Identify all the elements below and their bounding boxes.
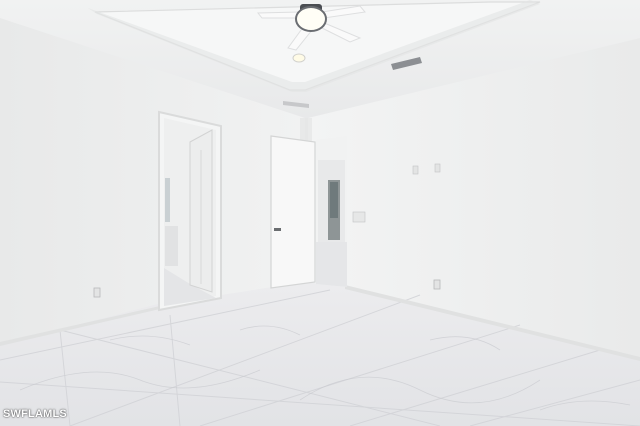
- open-door: [270, 135, 316, 289]
- room-photo: SWFLAMLS: [0, 0, 640, 426]
- wall-jack-2: [434, 163, 441, 173]
- wall-outlet-right: [433, 279, 441, 290]
- wall-outlet-left: [93, 287, 101, 298]
- room-illustration: [0, 0, 640, 426]
- light-switch: [352, 211, 366, 223]
- door-handle: [274, 228, 281, 231]
- listing-watermark: SWFLAMLS: [3, 408, 67, 420]
- bathroom-doorway: [158, 110, 222, 312]
- recessed-light: [292, 53, 306, 63]
- hallway-opening: [316, 136, 347, 287]
- wall-jack: [412, 165, 419, 175]
